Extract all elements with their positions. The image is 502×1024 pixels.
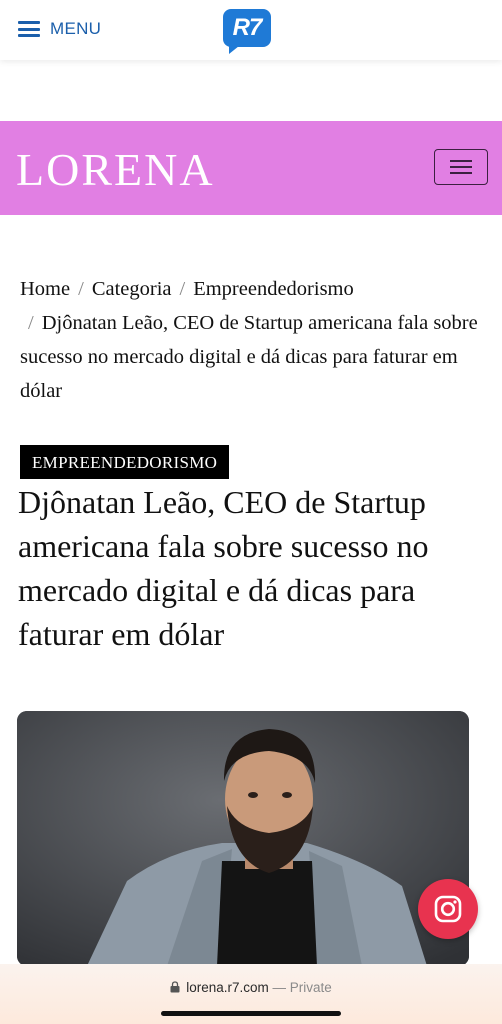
- breadcrumb-separator: /: [28, 312, 34, 334]
- breadcrumb-home[interactable]: Home: [20, 278, 70, 300]
- portrait-illustration: [17, 711, 469, 966]
- instagram-icon: [434, 895, 462, 923]
- site-header: LORENA: [0, 121, 502, 215]
- breadcrumb-separator: /: [179, 278, 186, 300]
- category-tag[interactable]: EMPREENDEDORISMO: [20, 445, 230, 479]
- breadcrumb: Home / Categoria / Empreendedorismo / Djônatan…: [20, 272, 486, 408]
- breadcrumb-separator: /: [78, 278, 84, 300]
- hamburger-icon: [450, 160, 472, 174]
- instagram-button[interactable]: [418, 879, 478, 939]
- url-domain: lorena.r7.com: [186, 980, 269, 995]
- hamburger-icon: [18, 21, 40, 37]
- private-label: — Private: [272, 980, 332, 995]
- lorena-logo[interactable]: LORENA: [16, 143, 215, 196]
- lock-icon: [170, 981, 180, 993]
- article-photo: [17, 711, 469, 966]
- nav-toggle-button[interactable]: [434, 149, 488, 185]
- r7-top-bar: MENU R7: [0, 0, 502, 60]
- menu-label: MENU: [50, 19, 102, 38]
- menu-button[interactable]: MENU: [18, 16, 101, 42]
- breadcrumb-empreendedorismo[interactable]: Empreendedorismo: [193, 278, 354, 300]
- breadcrumb-categoria[interactable]: Categoria: [92, 278, 172, 300]
- home-indicator[interactable]: [161, 1011, 341, 1016]
- breadcrumb-current: Djônatan Leão, CEO de Startup americana …: [20, 312, 478, 402]
- r7-logo[interactable]: R7: [223, 9, 271, 54]
- article-title: Djônatan Leão, CEO de Startup americana …: [18, 484, 429, 652]
- url-display[interactable]: lorena.r7.com — Private: [0, 980, 502, 995]
